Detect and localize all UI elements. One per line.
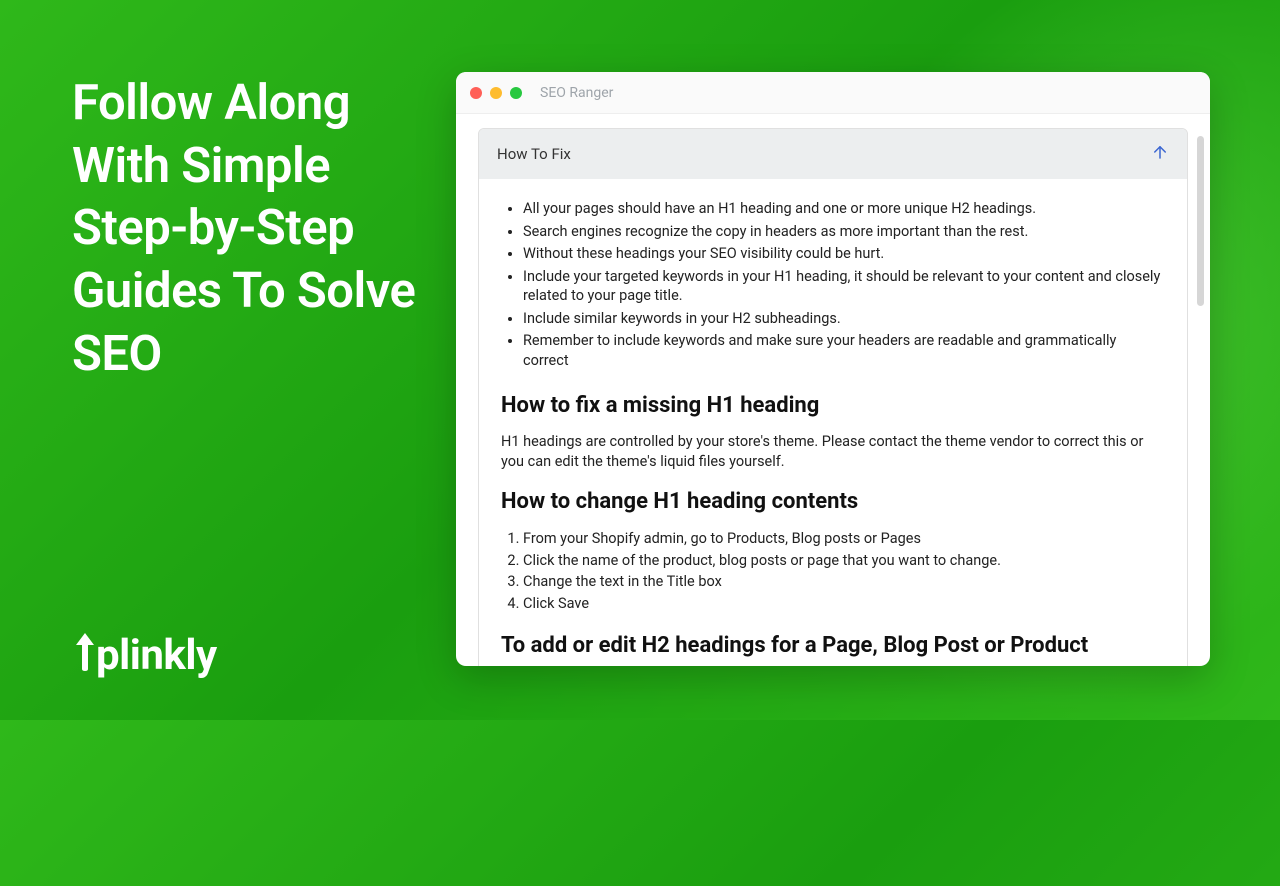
section-heading: How to change H1 heading contents: [501, 487, 1165, 517]
list-item: Remember to include keywords and make su…: [523, 331, 1165, 370]
section-heading: To add or edit H2 headings for a Page, B…: [501, 631, 1165, 661]
section-body: H1 headings are controlled by your store…: [501, 432, 1165, 471]
window-body: How To Fix All your pages should have an…: [456, 114, 1210, 666]
brand-logo: plinkly: [72, 629, 217, 680]
steps-list: From your Shopify admin, go to Products,…: [501, 529, 1165, 613]
traffic-lights: [470, 87, 522, 99]
brand-arrow-icon: [72, 629, 94, 669]
close-icon[interactable]: [470, 87, 482, 99]
window-titlebar: SEO Ranger: [456, 72, 1210, 114]
list-item: All your pages should have an H1 heading…: [523, 199, 1165, 219]
list-item: Click the name of the product, blog post…: [523, 551, 1165, 571]
minimize-icon[interactable]: [490, 87, 502, 99]
window-title: SEO Ranger: [540, 85, 613, 101]
list-item: Include your targeted keywords in your H…: [523, 267, 1165, 306]
maximize-icon[interactable]: [510, 87, 522, 99]
app-window: SEO Ranger How To Fix All your pages sho…: [456, 72, 1210, 666]
list-item: Change the text in the Title box: [523, 572, 1165, 592]
arrow-up-icon[interactable]: [1151, 143, 1169, 165]
panel-title: How To Fix: [497, 145, 571, 163]
intro-bullets: All your pages should have an H1 heading…: [501, 199, 1165, 371]
section-heading: How to fix a missing H1 heading: [501, 391, 1165, 421]
list-item: From your Shopify admin, go to Products,…: [523, 529, 1165, 549]
list-item: Click Save: [523, 594, 1165, 614]
hero-headline: Follow Along With Simple Step-by-Step Gu…: [72, 72, 432, 386]
list-item: Include similar keywords in your H2 subh…: [523, 309, 1165, 329]
list-item: Without these headings your SEO visibili…: [523, 244, 1165, 264]
list-item: Search engines recognize the copy in hea…: [523, 222, 1165, 242]
brand-name: plinkly: [96, 631, 217, 680]
howtofix-panel: How To Fix All your pages should have an…: [478, 128, 1188, 666]
panel-header[interactable]: How To Fix: [479, 129, 1187, 179]
scrollbar-thumb[interactable]: [1197, 136, 1204, 306]
panel-content: All your pages should have an H1 heading…: [479, 179, 1187, 666]
